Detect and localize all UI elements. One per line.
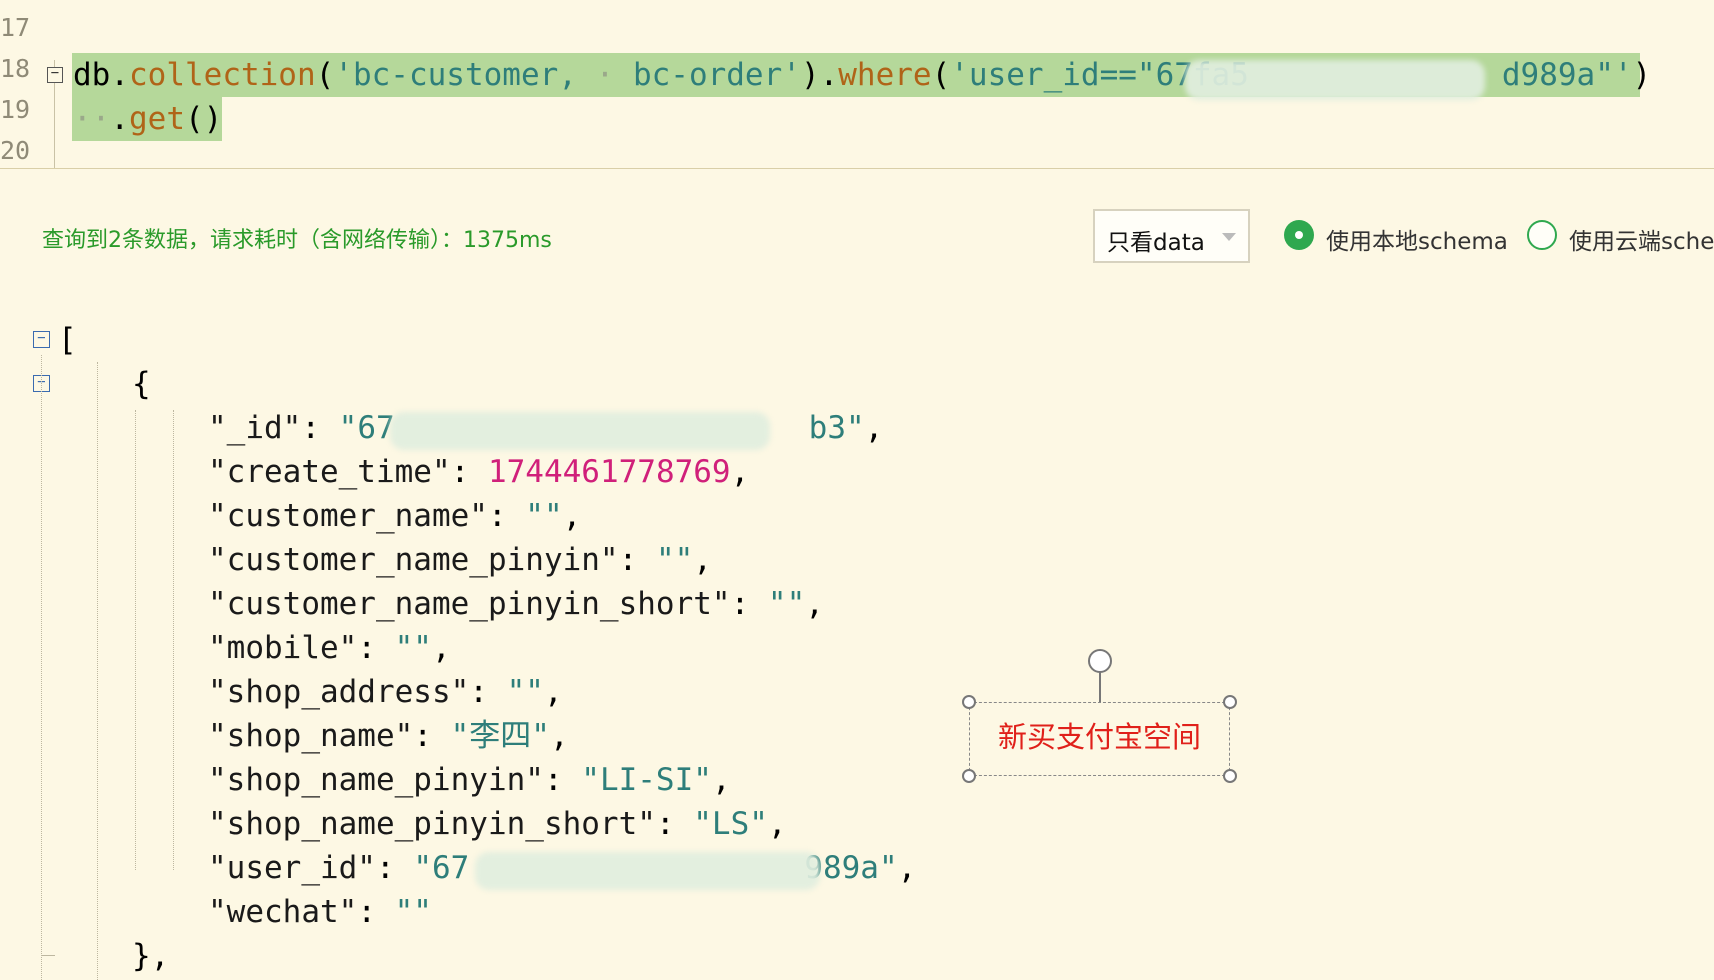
editor-divider [0, 168, 1714, 169]
json-key: "create_time" [208, 454, 451, 490]
resize-handle-top-right[interactable] [1223, 695, 1237, 709]
json-key: "customer_name" [208, 498, 488, 534]
json-key: "mobile" [208, 630, 358, 666]
json-value: "67 [413, 850, 470, 886]
json-field-shop_name_pinyin[interactable]: "shop_name_pinyin": "LI-SI", [208, 758, 731, 802]
json-key: "_id" [208, 410, 302, 446]
json-open-brace: { [132, 366, 151, 402]
json-key: "customer_name_pinyin_short" [208, 586, 731, 622]
code-line-19[interactable]: ··.get() [73, 97, 222, 141]
radio-local-schema-label[interactable]: 使用本地schema [1326, 222, 1508, 256]
fold-collapse-icon[interactable]: − [33, 331, 50, 348]
code-token: ). [800, 57, 839, 93]
json-value: "李四" [450, 718, 550, 754]
json-value: "LI-SI" [581, 762, 712, 798]
indent-guide [41, 355, 42, 980]
code-token: . [110, 101, 129, 137]
json-value: 1744461778769 [487, 454, 731, 490]
json-key: "shop_name_pinyin" [208, 762, 544, 798]
line-number: 20 [0, 136, 31, 165]
fold-collapse-icon[interactable]: − [47, 66, 63, 83]
query-status-text: 查询到2条数据，请求耗时（含网络传输）：1375ms [42, 228, 552, 253]
json-key: "customer_name_pinyin" [208, 542, 619, 578]
radio-dot-icon [1295, 231, 1303, 239]
code-token: () [185, 101, 223, 137]
radio-cloud-schema-label[interactable]: 使用云端sche [1569, 222, 1714, 256]
json-field-shop_name_pinyin_short[interactable]: "shop_name_pinyin_short": "LS", [208, 802, 787, 846]
code-token-string: 'bc-customer, [334, 57, 577, 93]
redaction-blur [475, 852, 820, 890]
json-value: "" [394, 894, 432, 930]
json-key: "shop_address" [208, 674, 470, 710]
code-editor[interactable]: 17 18 19 20 − db.collection('bc-customer… [0, 0, 1714, 169]
json-close-brace: }, [132, 938, 170, 974]
rotate-handle-stem [1099, 672, 1101, 702]
code-token: db. [73, 57, 129, 93]
json-value: b3" [808, 410, 865, 446]
line-number: 19 [0, 95, 31, 124]
code-token-function: get [129, 101, 185, 137]
json-key: "wechat" [208, 894, 358, 930]
json-key: "user_id" [208, 850, 376, 886]
json-field-create_time[interactable]: "create_time": 1744461778769, [208, 450, 749, 494]
code-token: ( [315, 57, 335, 93]
json-field-shop_name[interactable]: "shop_name": "李四", [208, 714, 569, 758]
json-field-customer_name_pinyin[interactable]: "customer_name_pinyin": "", [208, 538, 712, 582]
resize-handle-bottom-left[interactable] [962, 769, 976, 783]
code-token-function: collection [129, 57, 316, 93]
json-field-wechat[interactable]: "wechat": "" [208, 890, 432, 934]
code-token: ( [931, 57, 951, 93]
chevron-down-icon [1222, 233, 1236, 241]
annotation-text[interactable]: 新买支付宝空间 [969, 714, 1230, 756]
query-result-json: − − [ { "_id": "67 b3", "create_time": 17… [0, 300, 1714, 980]
code-token-function: where [838, 57, 932, 93]
resize-handle-top-left[interactable] [962, 695, 976, 709]
fold-end-marker [41, 955, 55, 956]
json-key: "shop_name" [208, 718, 414, 754]
indent-guide [97, 362, 98, 980]
json-field-customer_name_pinyin_short[interactable]: "customer_name_pinyin_short": "", [208, 582, 824, 626]
json-field-customer_name[interactable]: "customer_name": "", [208, 494, 581, 538]
json-value: "" [394, 630, 432, 666]
code-token-string: bc-order' [632, 57, 801, 93]
view-mode-selected: 只看data [1107, 230, 1205, 256]
redaction-blur [1185, 60, 1485, 100]
whitespace-marker: · [576, 57, 633, 93]
json-key: "shop_name_pinyin_short" [208, 806, 656, 842]
line-number: 17 [0, 13, 31, 42]
json-value: "" [767, 586, 806, 622]
json-value: "67 [338, 410, 395, 446]
json-value: "" [506, 674, 544, 710]
indent-guide [135, 410, 136, 870]
code-token-string: d989a"' [1501, 57, 1633, 93]
json-open-bracket: [ [58, 322, 77, 358]
whitespace-marker: ·· [73, 101, 111, 137]
redaction-blur [390, 412, 770, 450]
code-token: ) [1632, 57, 1652, 93]
rotate-handle-icon[interactable] [1088, 649, 1112, 673]
json-value: "" [655, 542, 694, 578]
view-mode-select[interactable]: 只看data [1093, 209, 1250, 263]
json-field-mobile[interactable]: "mobile": "", [208, 626, 451, 670]
annotation-textbox[interactable]: 新买支付宝空间 [962, 648, 1237, 783]
json-field-shop_address[interactable]: "shop_address": "", [208, 670, 563, 714]
line-number: 18 [0, 54, 31, 83]
resize-handle-bottom-right[interactable] [1223, 769, 1237, 783]
json-value: "LS" [693, 806, 768, 842]
json-value: "" [525, 498, 563, 534]
hbuilderx-db-query-view: 17 18 19 20 − db.collection('bc-customer… [0, 0, 1714, 980]
radio-cloud-schema[interactable] [1527, 220, 1557, 250]
indent-guide [173, 410, 174, 870]
radio-local-schema[interactable] [1284, 220, 1314, 250]
